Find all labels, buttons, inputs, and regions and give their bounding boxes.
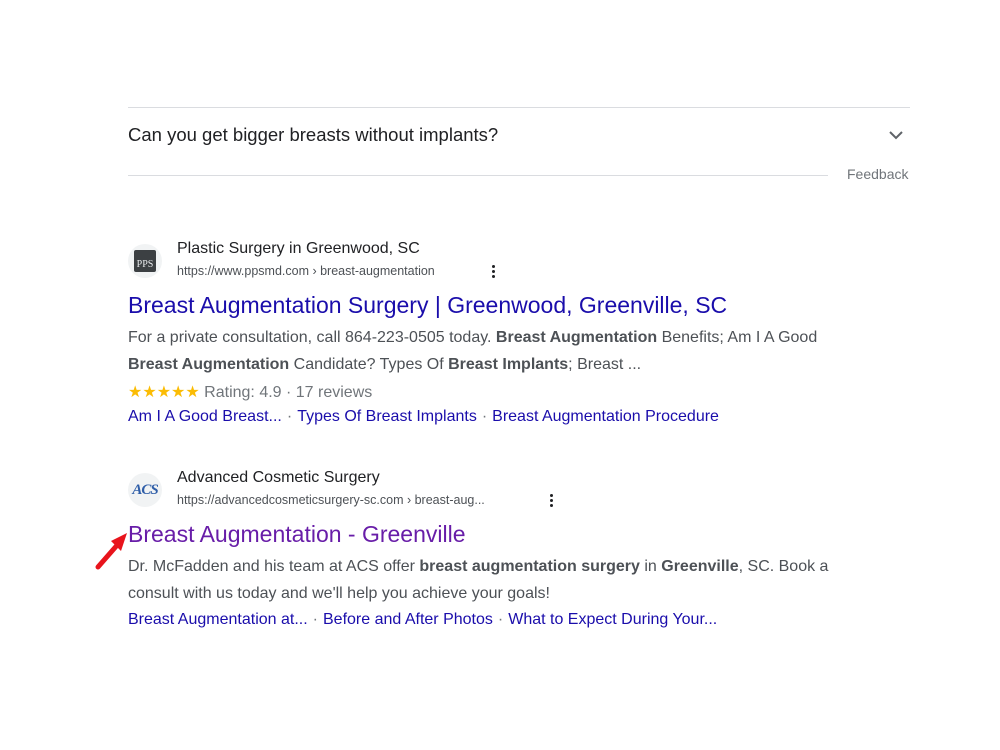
separator: ·	[481, 408, 488, 425]
search-result: PPS Plastic Surgery in Greenwood, SC htt…	[128, 240, 868, 440]
snippet-bold-text: Greenville	[661, 558, 739, 575]
more-options-icon[interactable]	[548, 494, 554, 512]
search-result: ACS Advanced Cosmetic Surgery https://ad…	[128, 469, 868, 639]
more-options-icon[interactable]	[490, 265, 496, 283]
snippet-text: For a private consultation, call 864-223…	[128, 329, 496, 346]
rating-row: ★★★★★ Rating: 4.9 · 17 reviews	[128, 382, 372, 402]
sitelink[interactable]: Am I A Good Breast...	[128, 408, 282, 425]
faq-top-divider	[128, 107, 910, 108]
sitelink[interactable]: Breast Augmentation Procedure	[492, 408, 719, 425]
star-rating-icon: ★★★★★	[128, 384, 200, 401]
favicon-text: PPS	[134, 250, 156, 272]
sitelinks: Breast Augmentation at... · Before and Aft…	[128, 611, 717, 629]
annotation-arrow-icon	[95, 533, 127, 570]
site-favicon: PPS	[128, 244, 162, 278]
snippet-bold-text: Breast Augmentation	[128, 356, 290, 373]
site-favicon: ACS	[128, 473, 162, 507]
favicon-text: ACS	[132, 481, 158, 498]
separator: ·	[497, 611, 504, 628]
result-snippet: Dr. McFadden and his team at ACS offer b…	[128, 553, 863, 607]
site-name[interactable]: Plastic Surgery in Greenwood, SC	[177, 240, 420, 258]
sitelink[interactable]: Breast Augmentation at...	[128, 611, 308, 628]
result-snippet: For a private consultation, call 864-223…	[128, 324, 863, 378]
result-title-link[interactable]: Breast Augmentation Surgery | Greenwood,…	[128, 292, 727, 319]
feedback-link[interactable]: Feedback	[847, 166, 908, 182]
snippet-text: ; Breast ...	[568, 356, 642, 373]
snippet-text: in	[639, 558, 662, 575]
arrow-shaft	[95, 540, 122, 570]
snippet-text: Candidate? Types Of	[289, 356, 449, 373]
sitelink[interactable]: Types Of Breast Implants	[297, 408, 477, 425]
snippet-bold-text: breast augmentation surgery	[419, 558, 640, 575]
site-name[interactable]: Advanced Cosmetic Surgery	[177, 469, 380, 487]
faq-question[interactable]: Can you get bigger breasts without impla…	[128, 124, 498, 146]
snippet-text: Dr. McFadden and his team at ACS offer	[128, 558, 420, 575]
snippet-text: Benefits; Am I A Good	[657, 329, 818, 346]
faq-bottom-divider	[128, 175, 828, 176]
result-url[interactable]: https://advancedcosmeticsurgery-sc.com ›…	[177, 493, 485, 507]
chevron-down-icon[interactable]	[886, 128, 906, 144]
sitelink[interactable]: What to Expect During Your...	[508, 611, 717, 628]
rating-text: Rating: 4.9 · 17 reviews	[204, 384, 373, 401]
snippet-bold-text: Breast Implants	[448, 356, 569, 373]
separator: ·	[286, 408, 293, 425]
result-title-link[interactable]: Breast Augmentation - Greenville	[128, 521, 466, 548]
result-url[interactable]: https://www.ppsmd.com › breast-augmentat…	[177, 264, 435, 278]
sitelinks: Am I A Good Breast... · Types Of Breast Im…	[128, 408, 719, 426]
sitelink[interactable]: Before and After Photos	[323, 611, 493, 628]
separator: ·	[312, 611, 318, 628]
snippet-bold-text: Breast Augmentation	[495, 329, 658, 346]
